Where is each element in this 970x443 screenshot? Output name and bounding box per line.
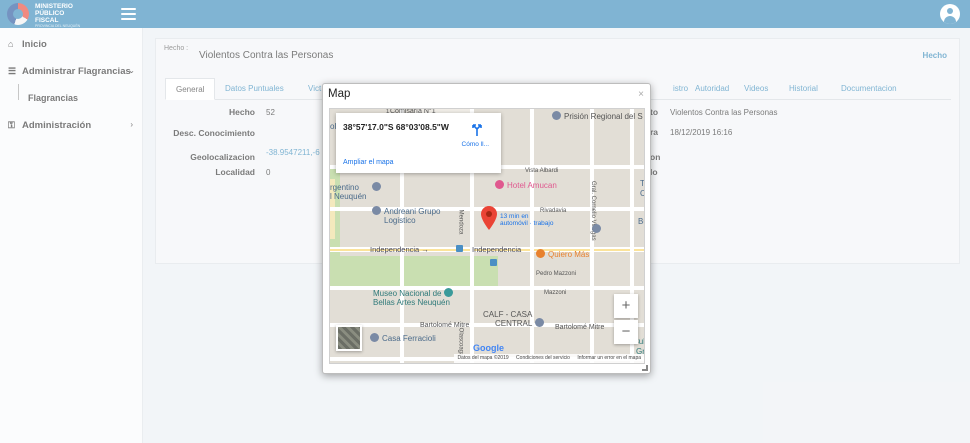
map-pin-icon: [592, 224, 604, 234]
directions-icon[interactable]: [470, 123, 484, 137]
restaurant-icon: [536, 249, 545, 259]
map-label-street: Bartolomé Mitre: [555, 324, 605, 331]
map-modal: Map × Comisaría N°1 Prisión Regional del…: [322, 83, 651, 374]
map-label-quiero: Quiero Más: [536, 249, 589, 259]
map-label-museo: Museo Nacional de Bellas Artes Neuquén: [373, 288, 456, 307]
map-pin-icon: [535, 318, 545, 328]
map-pin-icon: [552, 111, 561, 121]
map-label-c: C: [640, 189, 644, 198]
directions-link[interactable]: Cómo ll...: [462, 141, 489, 148]
map-attribution: Datos del mapa ©2019 Condiciones del ser…: [454, 354, 644, 363]
map-label-ferracioli: Casa Ferracioli: [370, 333, 436, 343]
coordinates-text: 38°57'17.0"S 68°03'08.5"W: [343, 122, 449, 132]
google-map[interactable]: Comisaría N°1 Prisión Regional del S Vis…: [329, 108, 645, 364]
bus-stop-icon: [490, 259, 500, 268]
attribution-data: Datos del mapa ©2019: [457, 355, 509, 361]
zoom-in-button[interactable]: +: [614, 294, 638, 318]
map-pin-icon: [372, 182, 384, 192]
map-label-street: Olascoaga: [457, 327, 464, 357]
map-label-street: Pedro Mazzoni: [536, 271, 577, 277]
modal-title: Map: [328, 88, 351, 100]
map-label-street: Mendoza: [457, 209, 464, 235]
map-label-hotel: Hotel Amucan: [495, 180, 557, 190]
map-label-calf: CALF - CASA CENTRAL: [483, 310, 547, 328]
map-label-street: Independencia →: [370, 245, 429, 254]
enlarge-map-link[interactable]: Ampliar el mapa: [343, 159, 394, 166]
zoom-out-button[interactable]: −: [614, 320, 638, 344]
hotel-icon: [495, 180, 504, 190]
map-label-street: Vista Albardi: [525, 168, 559, 174]
report-error-link[interactable]: Informar un error en el mapa: [577, 355, 641, 361]
museum-icon: [444, 288, 454, 298]
satellite-toggle-button[interactable]: [336, 325, 362, 351]
map-label-andreani: Andreani Grupo Logistico: [372, 206, 440, 225]
resize-handle[interactable]: [642, 365, 648, 371]
close-icon[interactable]: ×: [638, 89, 644, 100]
map-label-bu: Bu: [638, 217, 644, 226]
map-label-tc: TC: [640, 179, 645, 188]
map-label-street: Independencia: [472, 245, 522, 254]
map-label-street: Mazzoni: [544, 290, 567, 296]
google-logo: Google: [473, 343, 504, 353]
terms-link[interactable]: Condiciones del servicio: [516, 355, 570, 361]
bus-stop-icon: [456, 245, 466, 254]
map-label-gentino: rgentino l Neuquén: [330, 183, 367, 201]
map-pin-icon: [372, 206, 381, 216]
map-pin-icon: [370, 333, 379, 343]
map-label-prision: Prisión Regional del S: [552, 111, 643, 121]
location-marker-icon[interactable]: [481, 206, 497, 230]
drive-time-label: 13 min en automóvil · trabajo: [500, 213, 554, 227]
map-info-card: 38°57'17.0"S 68°03'08.5"W Cómo ll... Amp…: [336, 113, 501, 173]
